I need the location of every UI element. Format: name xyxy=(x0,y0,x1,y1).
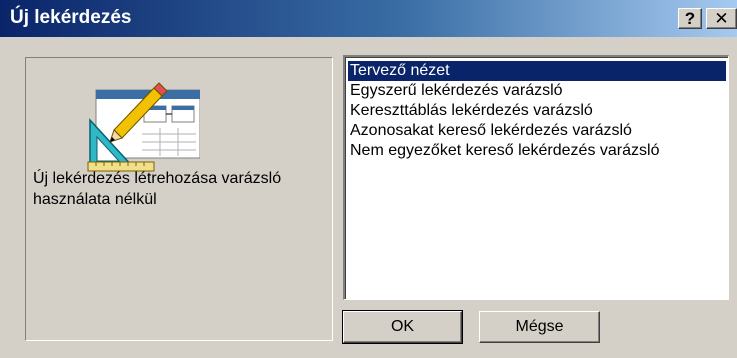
help-button[interactable]: ? xyxy=(678,8,702,29)
cancel-button[interactable]: Mégse xyxy=(479,311,600,343)
query-design-icon xyxy=(87,82,200,172)
ok-button[interactable]: OK xyxy=(342,310,463,344)
query-type-list[interactable]: Tervező nézet Egyszerű lekérdezés varázs… xyxy=(343,55,729,300)
list-item[interactable]: Kereszttáblás lekérdezés varázsló xyxy=(348,101,726,121)
preview-panel: Új lekérdezés létrehozása varázsló haszn… xyxy=(25,57,333,341)
description-text: Új lekérdezés létrehozása varázsló haszn… xyxy=(33,170,282,208)
title-bar[interactable]: Új lekérdezés ? ✕ xyxy=(0,0,737,37)
close-button[interactable]: ✕ xyxy=(706,8,737,29)
list-item[interactable]: Azonosakat kereső lekérdezés varázsló xyxy=(348,121,726,141)
list-item[interactable]: Egyszerű lekérdezés varázsló xyxy=(348,81,726,101)
window-title: Új lekérdezés xyxy=(10,7,132,28)
list-item[interactable]: Nem egyezőket kereső lekérdezés varázsló xyxy=(348,141,726,161)
list-item[interactable]: Tervező nézet xyxy=(348,61,726,81)
